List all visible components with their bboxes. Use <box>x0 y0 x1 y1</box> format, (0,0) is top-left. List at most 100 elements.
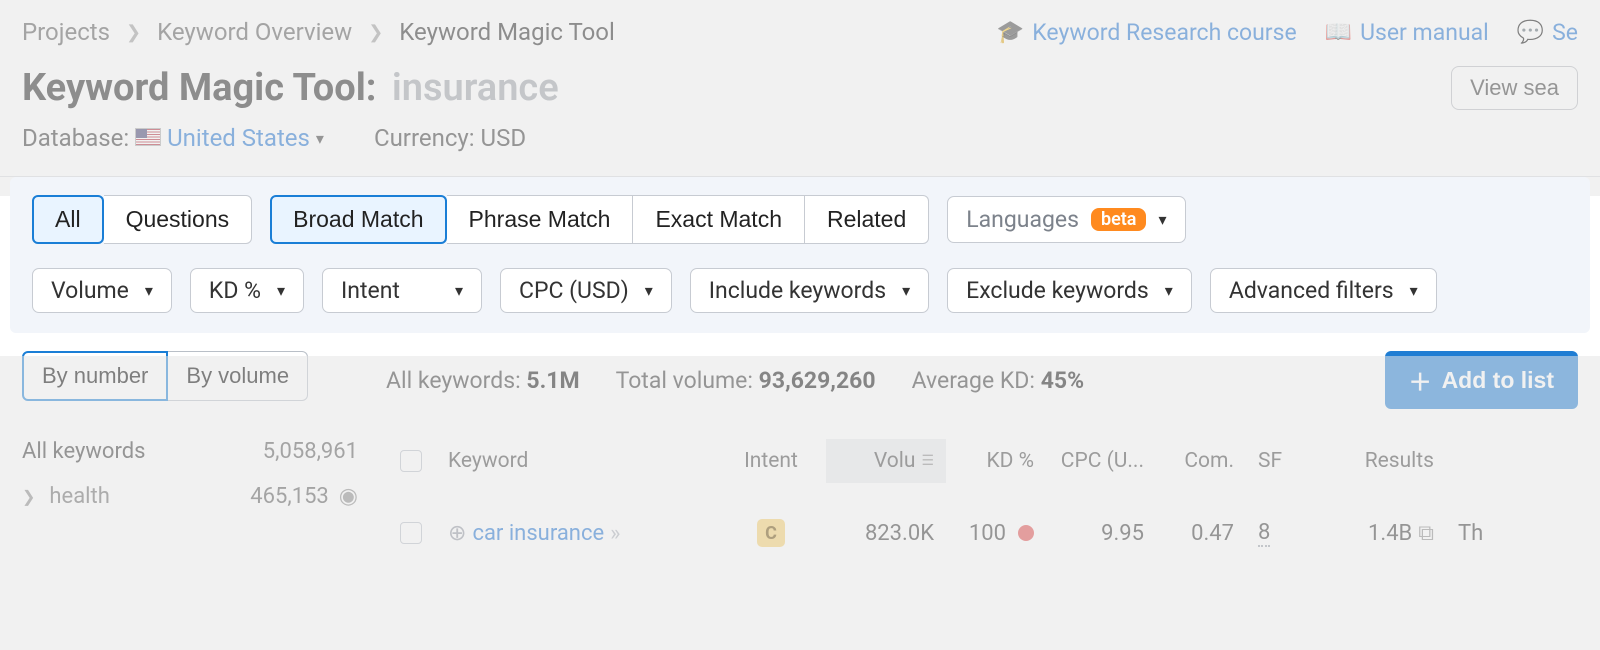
col-intent[interactable]: Intent <box>716 439 826 483</box>
cell-kd: 100 <box>946 513 1046 553</box>
breadcrumb-item[interactable]: Keyword Overview <box>157 18 352 46</box>
exclude-filter-label: Exclude keywords <box>966 277 1149 304</box>
feedback-link[interactable]: 💬 Se <box>1517 19 1578 46</box>
chevron-right-icon: ❯ <box>22 487 35 506</box>
include-filter-label: Include keywords <box>709 277 886 304</box>
tab-broad-match[interactable]: Broad Match <box>270 195 446 244</box>
sort-by-volume[interactable]: By volume <box>168 351 308 401</box>
select-all-checkbox[interactable] <box>400 450 422 472</box>
groups-sidebar: By number By volume All keywords 5,058,9… <box>22 351 362 553</box>
intent-filter[interactable]: Intent ▾ <box>322 268 482 313</box>
header-links: 🎓 Keyword Research course 📖 User manual … <box>997 19 1578 46</box>
page-title: Keyword Magic Tool: <box>22 66 376 110</box>
beta-badge: beta <box>1091 208 1147 231</box>
volume-filter[interactable]: Volume ▾ <box>32 268 172 313</box>
col-sf[interactable]: SF <box>1246 439 1306 483</box>
match-type-tabs: Broad Match Phrase Match Exact Match Rel… <box>270 195 929 244</box>
tab-questions[interactable]: Questions <box>104 195 253 244</box>
tab-all[interactable]: All <box>32 195 104 244</box>
main-panel: All keywords: 5.1M Total volume: 93,629,… <box>386 351 1578 553</box>
stat-all-value: 5.1M <box>526 367 579 394</box>
breadcrumb-item[interactable]: Keyword Magic Tool <box>399 18 615 46</box>
chevron-down-icon: ▾ <box>645 281 653 300</box>
database-label: Database: <box>22 124 129 152</box>
keyword-link[interactable]: car insurance <box>472 521 604 546</box>
cell-cpc: 9.95 <box>1046 513 1156 553</box>
keyword-type-tabs: All Questions <box>32 195 252 244</box>
cpc-filter[interactable]: CPC (USD) ▾ <box>500 268 672 313</box>
sidebar-item-count: 465,153 <box>250 484 329 509</box>
stat-volume-value: 93,629,260 <box>759 367 876 394</box>
double-chevron-icon[interactable]: » <box>610 521 620 546</box>
course-link[interactable]: 🎓 Keyword Research course <box>997 19 1297 46</box>
languages-filter[interactable]: Languages beta ▾ <box>947 196 1185 243</box>
plus-icon: ＋ <box>1409 363 1432 397</box>
chevron-down-icon: ▾ <box>1410 281 1418 300</box>
tab-exact-match[interactable]: Exact Match <box>633 195 805 244</box>
add-to-list-label: Add to list <box>1442 367 1554 394</box>
page-title-keyword: insurance <box>392 66 559 110</box>
col-keyword[interactable]: Keyword <box>436 439 716 483</box>
chevron-down-icon: ▾ <box>902 281 910 300</box>
database-selector[interactable]: Database: United States ▾ <box>22 124 324 152</box>
chevron-right-icon: ❯ <box>368 22 383 43</box>
tab-related[interactable]: Related <box>805 195 929 244</box>
col-com[interactable]: Com. <box>1156 439 1246 483</box>
stat-kd-label: Average KD: <box>912 367 1035 394</box>
add-keyword-icon[interactable]: ⊕ <box>448 521 466 546</box>
include-keywords-filter[interactable]: Include keywords ▾ <box>690 268 929 313</box>
kd-difficulty-dot-icon <box>1018 525 1034 541</box>
breadcrumb: Projects ❯ Keyword Overview ❯ Keyword Ma… <box>22 18 615 46</box>
manual-link[interactable]: 📖 User manual <box>1325 19 1489 46</box>
chevron-down-icon: ▾ <box>1165 281 1173 300</box>
currency-value: USD <box>481 124 527 152</box>
cell-volume: 823.0K <box>826 513 946 553</box>
sidebar-item-health[interactable]: ❯ health 465,153 ◉ <box>22 474 362 519</box>
col-volume-label: Volu <box>874 449 916 473</box>
table-row: ⊕ car insurance » C 823.0K 100 9.95 0.47… <box>386 513 1578 553</box>
cell-extra: Th <box>1446 513 1496 553</box>
sort-by-number[interactable]: By number <box>22 351 168 401</box>
currency-display: Currency: USD <box>374 124 526 152</box>
sidebar-item-all[interactable]: All keywords 5,058,961 <box>22 429 362 474</box>
advanced-filters[interactable]: Advanced filters ▾ <box>1210 268 1437 313</box>
col-cpc[interactable]: CPC (U... <box>1046 439 1156 483</box>
sort-desc-icon: ☰ <box>921 453 934 469</box>
col-kd[interactable]: KD % <box>946 439 1046 483</box>
languages-label: Languages <box>966 206 1079 233</box>
row-checkbox[interactable] <box>400 522 422 544</box>
col-volume[interactable]: Volu ☰ <box>826 439 946 483</box>
kd-filter-label: KD % <box>209 277 261 304</box>
breadcrumb-item[interactable]: Projects <box>22 18 110 46</box>
chat-icon: 💬 <box>1517 20 1544 45</box>
eye-icon[interactable]: ◉ <box>339 484 358 509</box>
sort-toggle: By number By volume <box>22 351 362 401</box>
chevron-down-icon: ▾ <box>455 281 463 300</box>
cell-sf: 8 <box>1246 513 1306 553</box>
col-results[interactable]: Results <box>1306 439 1446 483</box>
chevron-down-icon: ▾ <box>316 129 324 148</box>
intent-badge: C <box>757 519 785 547</box>
tab-phrase-match[interactable]: Phrase Match <box>447 195 634 244</box>
advanced-filter-label: Advanced filters <box>1229 277 1394 304</box>
exclude-keywords-filter[interactable]: Exclude keywords ▾ <box>947 268 1192 313</box>
us-flag-icon <box>135 128 161 146</box>
cpc-filter-label: CPC (USD) <box>519 277 629 304</box>
sidebar-item-label: health <box>49 484 109 509</box>
chevron-down-icon: ▾ <box>145 281 153 300</box>
sidebar-item-label: All keywords <box>22 439 145 464</box>
graduation-cap-icon: 🎓 <box>997 20 1024 45</box>
add-to-list-button[interactable]: ＋ Add to list <box>1385 351 1578 409</box>
stat-kd-value: 45% <box>1041 367 1084 394</box>
filter-band: All Questions Broad Match Phrase Match E… <box>10 177 1590 333</box>
volume-filter-label: Volume <box>51 277 129 304</box>
stat-volume-label: Total volume: <box>616 367 753 394</box>
view-search-button[interactable]: View sea <box>1451 66 1578 110</box>
chevron-right-icon: ❯ <box>126 22 141 43</box>
serp-snapshot-icon[interactable]: ⧉ <box>1418 521 1434 546</box>
kd-filter[interactable]: KD % ▾ <box>190 268 304 313</box>
cell-results: 1.4B ⧉ <box>1306 513 1446 553</box>
cell-com: 0.47 <box>1156 513 1246 553</box>
table-header: Keyword Intent Volu ☰ KD % CPC (U... Com… <box>386 439 1578 483</box>
chevron-down-icon: ▾ <box>277 281 285 300</box>
